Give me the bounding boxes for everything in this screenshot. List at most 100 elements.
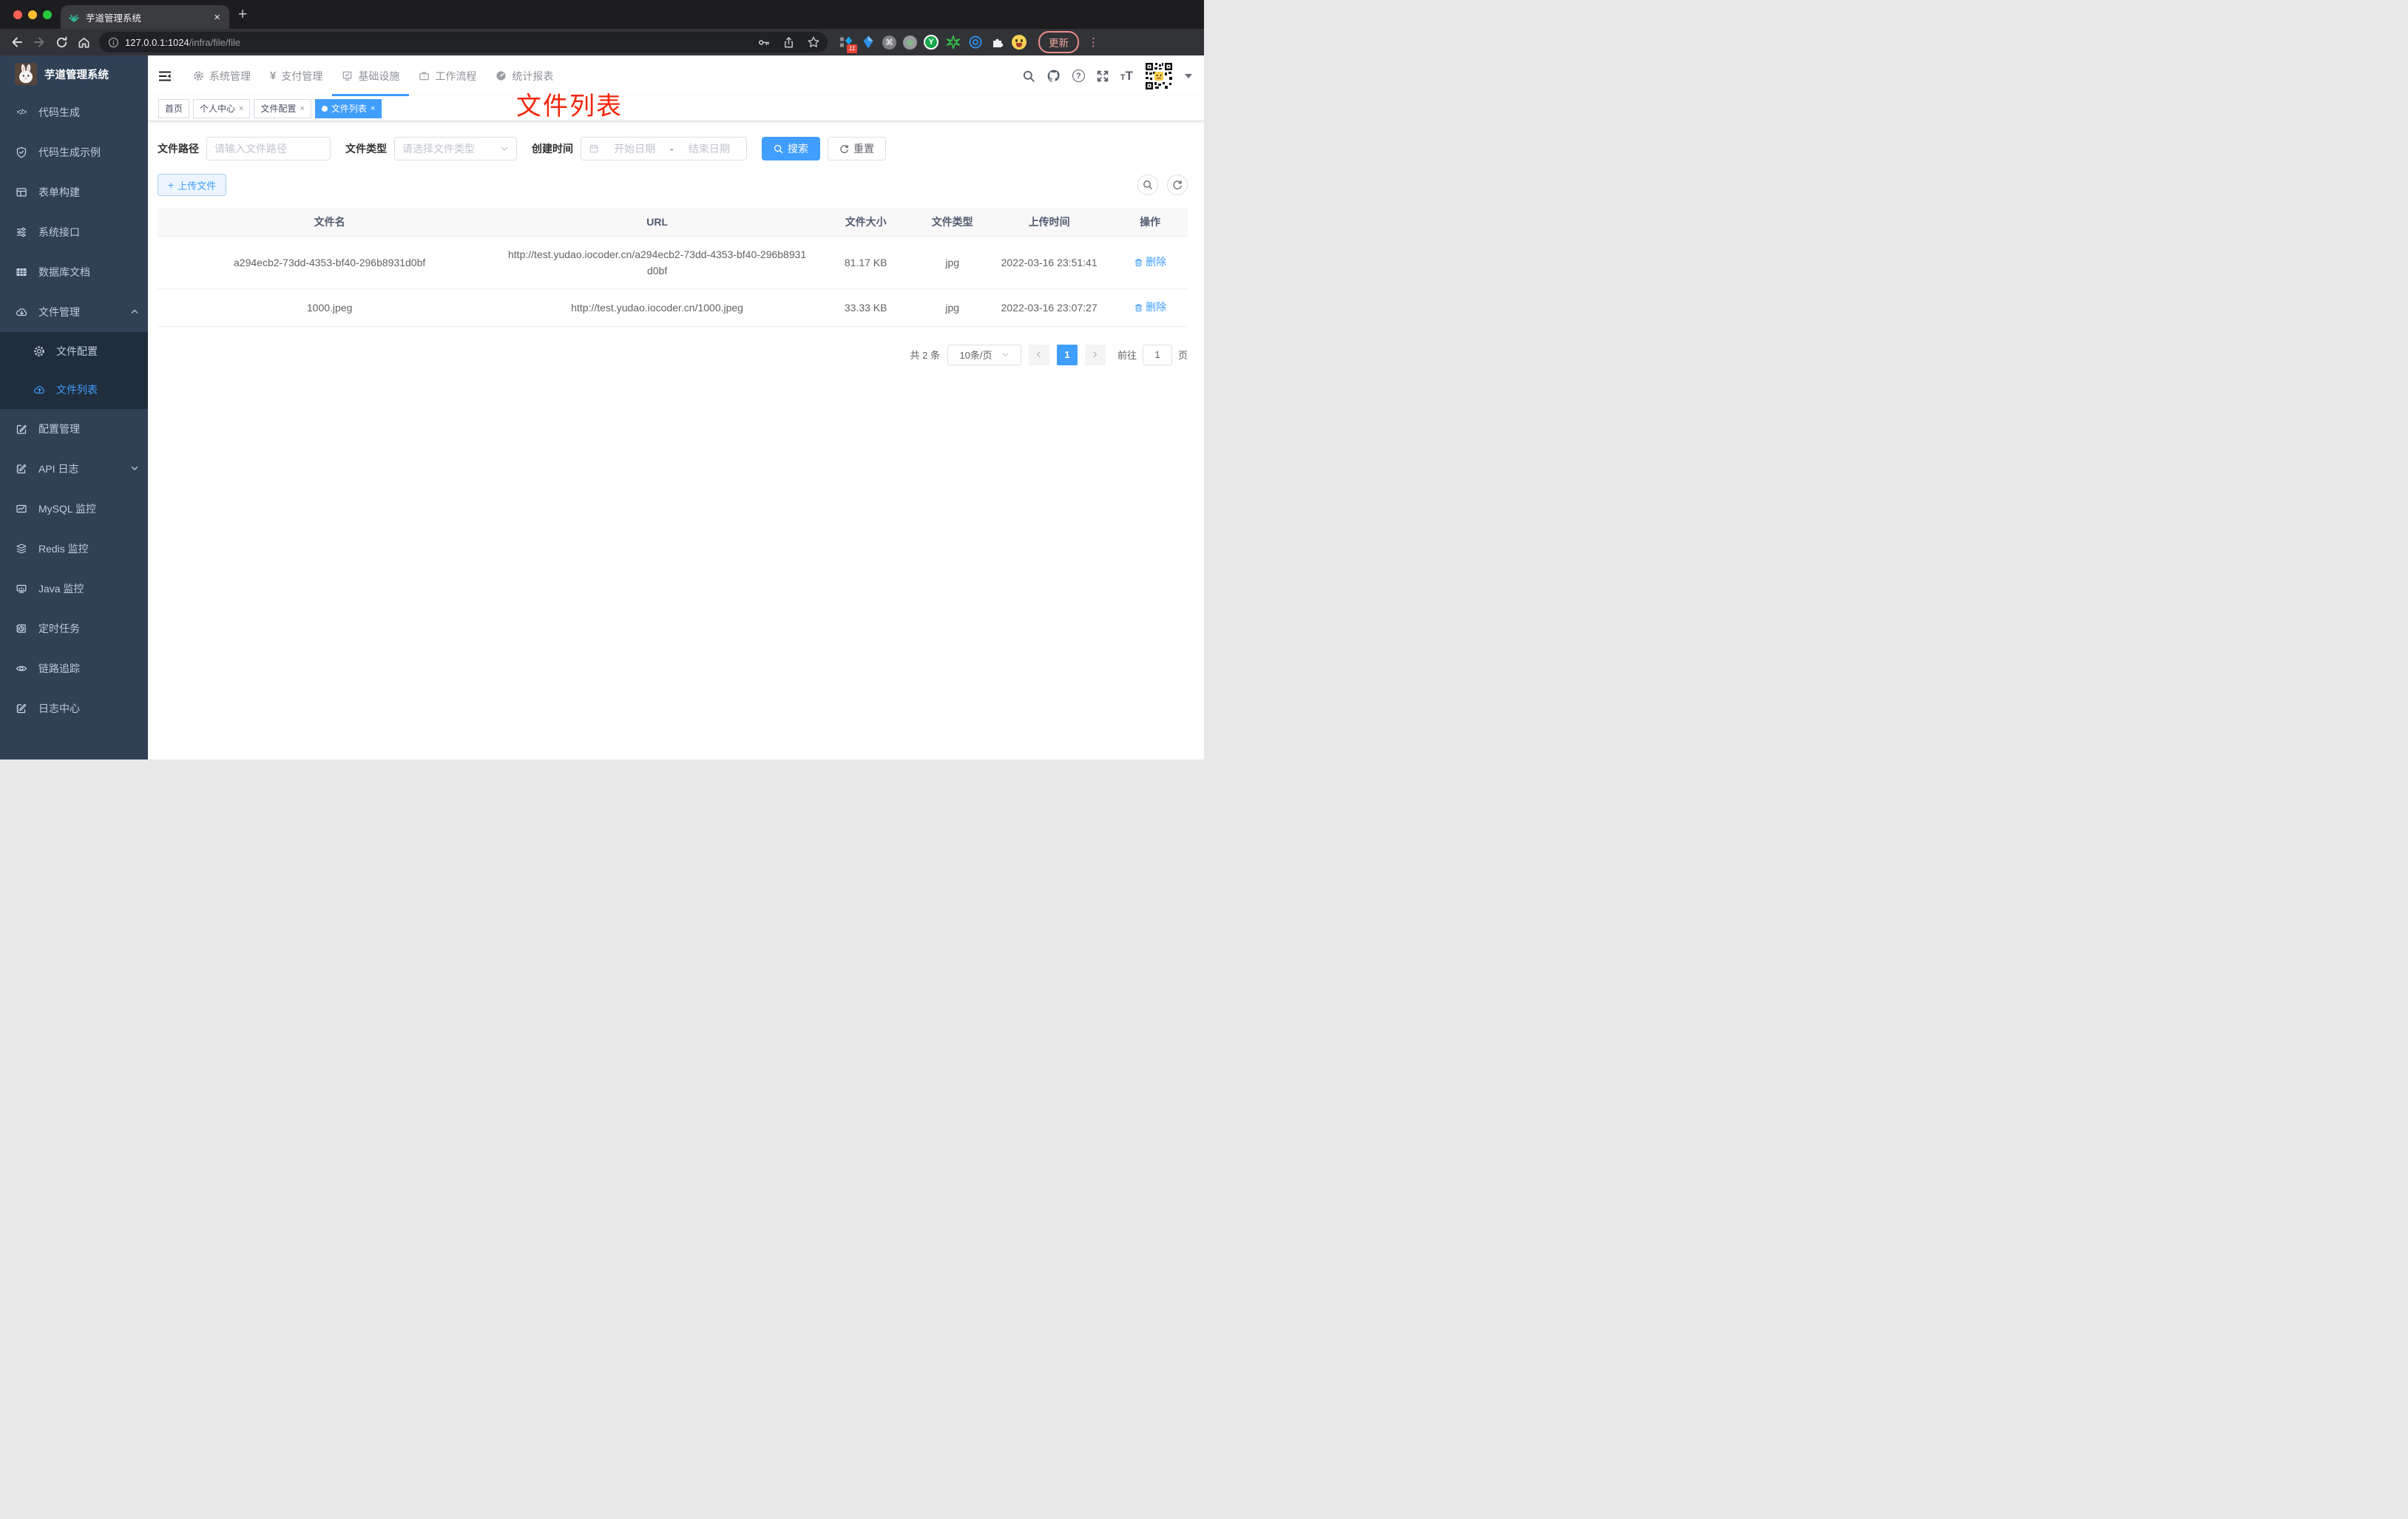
sidebar-item-mysql-monitor[interactable]: MySQL 监控 bbox=[0, 489, 148, 529]
menu-infrastructure[interactable]: 基础设施 bbox=[332, 55, 410, 96]
current-page-button[interactable]: 1 bbox=[1056, 344, 1078, 365]
gear-icon bbox=[194, 71, 203, 81]
sliders-icon bbox=[15, 226, 28, 238]
forward-button[interactable] bbox=[30, 33, 49, 52]
bookmark-star-icon[interactable] bbox=[804, 33, 823, 52]
reload-button[interactable] bbox=[52, 33, 71, 52]
close-icon[interactable]: × bbox=[239, 104, 243, 113]
emoji-extension-icon[interactable] bbox=[1012, 35, 1027, 50]
prev-page-button[interactable] bbox=[1028, 344, 1049, 365]
tag-profile[interactable]: 个人中心 × bbox=[193, 98, 251, 118]
search-button[interactable]: 搜索 bbox=[762, 137, 820, 160]
col-file-size: 文件大小 bbox=[812, 208, 919, 237]
sidebar-item-code-example[interactable]: 代码生成示例 bbox=[0, 132, 148, 172]
dashboard-icon bbox=[496, 71, 506, 81]
sidebar-fold-icon[interactable] bbox=[158, 55, 172, 96]
date-range-picker[interactable]: 开始日期 - 结束日期 bbox=[581, 137, 747, 160]
delete-button[interactable]: 删除 bbox=[1134, 299, 1166, 315]
header-search-icon[interactable] bbox=[1022, 70, 1035, 83]
dot-extension-icon[interactable] bbox=[903, 35, 917, 50]
sidebar-item-file-list[interactable]: 文件列表 bbox=[0, 371, 148, 409]
refresh-table-button[interactable] bbox=[1167, 175, 1188, 195]
page-size-select[interactable]: 10条/页 bbox=[947, 344, 1021, 365]
pinned-extension-icon[interactable]: 11 bbox=[838, 35, 857, 53]
puzzle-extensions-icon[interactable] bbox=[990, 35, 1005, 50]
password-key-icon[interactable] bbox=[754, 33, 773, 52]
close-icon[interactable]: × bbox=[371, 104, 375, 113]
close-icon[interactable]: × bbox=[300, 104, 304, 113]
table-row[interactable]: 1000.jpeg http://test.yudao.iocoder.cn/1… bbox=[158, 288, 1188, 327]
menu-system-management[interactable]: 系统管理 bbox=[183, 55, 260, 96]
kite-extension-icon[interactable] bbox=[860, 35, 876, 50]
sidebar-item-java-monitor[interactable]: Java 监控 bbox=[0, 569, 148, 609]
sidebar-item-config-management[interactable]: 配置管理 bbox=[0, 409, 148, 449]
form-grid-icon bbox=[15, 186, 28, 198]
sidebar-item-cron-job[interactable]: 定时任务 bbox=[0, 609, 148, 649]
toggle-search-button[interactable] bbox=[1137, 175, 1158, 195]
tag-file-list[interactable]: 文件列表 × bbox=[314, 98, 382, 118]
file-path-input[interactable] bbox=[206, 137, 331, 160]
new-tab-button[interactable]: + bbox=[238, 6, 247, 24]
minimize-window-button[interactable] bbox=[28, 10, 37, 19]
shield-check-icon bbox=[15, 146, 28, 158]
sidebar-item-system-api[interactable]: 系统接口 bbox=[0, 212, 148, 252]
goto-page-input[interactable] bbox=[1142, 344, 1172, 365]
file-type-label: 文件类型 bbox=[345, 143, 387, 155]
browser-menu-icon[interactable]: ⋮ bbox=[1088, 37, 1099, 48]
address-bar[interactable]: 127.0.0.1:1024/infra/file/file bbox=[99, 32, 828, 53]
table-row[interactable]: a294ecb2-73dd-4353-bf40-296b8931d0bf htt… bbox=[158, 236, 1188, 289]
upload-file-button[interactable]: + 上传文件 bbox=[158, 174, 227, 196]
eye-icon bbox=[15, 663, 28, 674]
tag-file-config[interactable]: 文件配置 × bbox=[254, 98, 311, 118]
delete-button[interactable]: 删除 bbox=[1134, 254, 1166, 270]
avatar[interactable] bbox=[1144, 61, 1174, 91]
next-page-button[interactable] bbox=[1084, 344, 1106, 365]
sidebar-logo[interactable]: 芋道管理系统 bbox=[0, 55, 148, 92]
font-size-icon[interactable]: TT bbox=[1120, 69, 1133, 84]
trash-icon bbox=[1135, 303, 1143, 311]
sidebar-item-tracing[interactable]: 链路追踪 bbox=[0, 649, 148, 689]
home-button[interactable] bbox=[74, 33, 93, 52]
file-type-select[interactable]: 请选择文件类型 bbox=[394, 137, 517, 160]
rabbit-logo-icon bbox=[15, 63, 37, 85]
col-url: URL bbox=[501, 208, 813, 237]
command-extension-icon[interactable]: ⌘ bbox=[882, 35, 896, 50]
sidebar-item-code-generation[interactable]: </> 代码生成 bbox=[0, 92, 148, 132]
back-button[interactable] bbox=[7, 33, 27, 52]
sidebar-item-log-center[interactable]: 日志中心 bbox=[0, 689, 148, 728]
file-table: 文件名 URL 文件大小 文件类型 上传时间 操作 a294ecb2-73dd-… bbox=[158, 208, 1188, 327]
sidebar-item-db-doc[interactable]: 数据库文档 bbox=[0, 252, 148, 292]
star-extension-icon[interactable] bbox=[945, 35, 961, 50]
cell-file-type: jpg bbox=[919, 288, 986, 327]
sidebar-item-file-config[interactable]: 文件配置 bbox=[0, 332, 148, 371]
start-date-placeholder[interactable]: 开始日期 bbox=[605, 141, 664, 156]
caret-down-icon[interactable] bbox=[1185, 73, 1192, 78]
tab-close-icon[interactable]: × bbox=[212, 12, 222, 23]
help-icon[interactable]: ? bbox=[1072, 70, 1085, 82]
sidebar-item-redis-monitor[interactable]: Redis 监控 bbox=[0, 529, 148, 569]
window-controls[interactable] bbox=[13, 10, 52, 19]
date-separator: - bbox=[670, 143, 674, 155]
eye-extension-icon[interactable] bbox=[967, 35, 983, 50]
github-icon[interactable] bbox=[1046, 69, 1061, 84]
browser-update-button[interactable]: 更新 bbox=[1038, 31, 1079, 53]
fullscreen-icon[interactable] bbox=[1096, 70, 1109, 83]
close-window-button[interactable] bbox=[13, 10, 22, 19]
cell-file-type: jpg bbox=[919, 236, 986, 289]
sidebar-item-form-builder[interactable]: 表单构建 bbox=[0, 172, 148, 212]
maximize-window-button[interactable] bbox=[43, 10, 52, 19]
tag-home[interactable]: 首页 bbox=[158, 98, 190, 118]
menu-workflow[interactable]: 工作流程 bbox=[409, 55, 486, 96]
y-extension-icon[interactable]: Y bbox=[924, 35, 938, 50]
browser-tab[interactable]: 芋道管理系统 × bbox=[61, 5, 229, 29]
share-icon[interactable] bbox=[779, 33, 798, 52]
sidebar-item-file-management[interactable]: 文件管理 bbox=[0, 292, 148, 332]
end-date-placeholder[interactable]: 结束日期 bbox=[680, 141, 739, 156]
sidebar-item-api-log[interactable]: API 日志 bbox=[0, 449, 148, 489]
url-text[interactable]: 127.0.0.1:1024/infra/file/file bbox=[125, 37, 748, 48]
site-info-icon[interactable] bbox=[108, 37, 119, 48]
tags-view: 首页 个人中心 × 文件配置 × 文件列表 × 文件列表 bbox=[148, 92, 1204, 121]
menu-statistics-report[interactable]: 统计报表 bbox=[486, 55, 563, 96]
reset-button[interactable]: 重置 bbox=[828, 137, 886, 160]
menu-payment-management[interactable]: ¥ 支付管理 bbox=[260, 55, 332, 96]
